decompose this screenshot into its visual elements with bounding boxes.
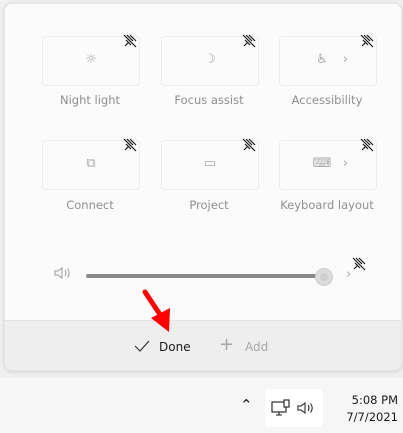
- speaker-icon: [297, 402, 313, 414]
- chevron-right-icon: ›: [342, 52, 348, 67]
- network-icon: [271, 399, 290, 416]
- accessibility-icon: ♿: [316, 52, 328, 67]
- tile-label-keyboard-layout: Keyboard layout: [280, 198, 374, 212]
- keyboard-icon: ⌨: [312, 156, 332, 171]
- unpin-icon[interactable]: [360, 34, 374, 48]
- unpin-icon[interactable]: [242, 138, 256, 152]
- annotation-arrow-icon: [142, 289, 170, 332]
- tile-label-project: Project: [189, 198, 229, 212]
- unpin-icon[interactable]: [123, 138, 137, 152]
- quick-settings-panel: ☼ ☽ ♿ › Night light Focus assist Accessi…: [4, 3, 402, 371]
- project-icon: ▭: [203, 156, 217, 171]
- clock-date[interactable]: 7/7/2021: [330, 410, 398, 424]
- chevron-right-icon[interactable]: ›: [346, 267, 351, 282]
- volume-slider-track[interactable]: [86, 274, 322, 278]
- volume-slider-thumb[interactable]: [315, 268, 333, 286]
- edit-footer: Done + Add: [5, 320, 401, 370]
- unpin-icon[interactable]: [123, 34, 137, 48]
- moon-icon: ☽: [204, 52, 216, 67]
- chevron-right-icon: ›: [342, 156, 348, 171]
- unpin-icon[interactable]: [242, 34, 256, 48]
- speaker-icon[interactable]: [54, 266, 74, 280]
- tile-label-focus-assist: Focus assist: [174, 93, 244, 107]
- cast-icon: ⧉: [86, 156, 96, 171]
- plus-icon: +: [219, 334, 235, 355]
- chevron-up-icon[interactable]: ⌃: [240, 396, 253, 414]
- add-button[interactable]: Add: [245, 339, 268, 355]
- tile-label-accessibility: Accessibility: [291, 93, 363, 107]
- tile-label-connect: Connect: [66, 198, 114, 212]
- checkmark-icon: [134, 340, 150, 352]
- unpin-icon[interactable]: [360, 138, 374, 152]
- unpin-icon[interactable]: [352, 257, 366, 271]
- done-button[interactable]: Done: [159, 339, 191, 355]
- clock-time[interactable]: 5:08 PM: [330, 393, 398, 407]
- tray-status-group[interactable]: [265, 389, 323, 427]
- brightness-icon: ☼: [85, 52, 97, 67]
- tile-label-night-light: Night light: [59, 93, 121, 107]
